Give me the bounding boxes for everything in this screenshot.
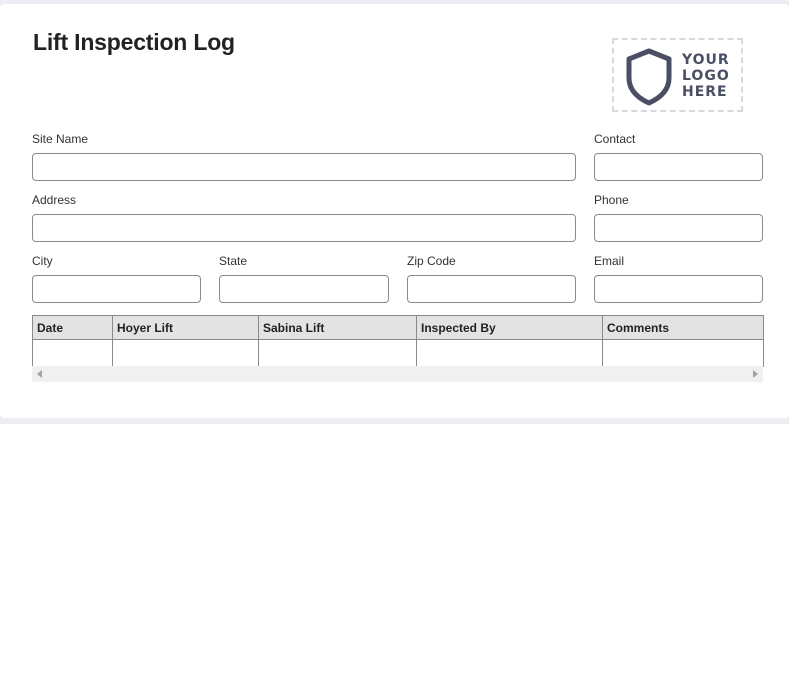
page-title: Lift Inspection Log [33,29,235,55]
email-label: Email [594,254,625,268]
logo-placeholder[interactable]: YOUR LOGO HERE [612,38,743,112]
column-header-sabina-lift[interactable]: Sabina Lift [258,315,417,340]
form-card: Lift Inspection Log YOUR LOGO HERE Site … [0,4,789,418]
column-header-date[interactable]: Date [32,315,113,340]
column-header-comments[interactable]: Comments [602,315,764,340]
state-field[interactable] [219,275,389,303]
logo-text: YOUR LOGO HERE [682,52,730,100]
city-input[interactable] [33,276,200,302]
scroll-left-icon[interactable] [37,370,42,378]
table-cell-date[interactable] [32,339,113,367]
table-header-row: Date Hoyer Lift Sabina Lift Inspected By… [32,315,764,340]
zip-code-label: Zip Code [407,254,456,268]
shield-icon [626,48,672,106]
city-field[interactable] [32,275,201,303]
horizontal-scrollbar[interactable] [32,366,763,382]
city-label: City [32,254,53,268]
site-name-label: Site Name [32,132,89,146]
contact-input[interactable] [595,154,762,180]
phone-input[interactable] [595,215,762,241]
state-label: State [219,254,248,268]
contact-label: Contact [594,132,636,146]
table-cell-hoyer-lift[interactable] [112,339,259,367]
address-field[interactable] [32,214,576,242]
phone-field[interactable] [594,214,763,242]
table-cell-sabina-lift[interactable] [258,339,417,367]
table-cell-comments[interactable] [602,339,764,367]
email-field[interactable] [594,275,763,303]
logo-line: LOGO [682,68,730,84]
logo-line: HERE [682,84,728,100]
address-label: Address [32,193,77,207]
table-cell-inspected-by[interactable] [416,339,603,367]
zip-code-input[interactable] [408,276,575,302]
table-row [32,339,764,367]
address-input[interactable] [33,215,575,241]
zip-code-field[interactable] [407,275,576,303]
inspection-table: Date Hoyer Lift Sabina Lift Inspected By… [32,315,764,367]
phone-label: Phone [594,193,629,207]
column-header-hoyer-lift[interactable]: Hoyer Lift [112,315,259,340]
contact-field[interactable] [594,153,763,181]
site-name-field[interactable] [32,153,576,181]
column-header-inspected-by[interactable]: Inspected By [416,315,603,340]
state-input[interactable] [220,276,388,302]
scroll-right-icon[interactable] [753,370,758,378]
email-input[interactable] [595,276,762,302]
logo-line: YOUR [682,52,730,68]
site-name-input[interactable] [33,154,575,180]
